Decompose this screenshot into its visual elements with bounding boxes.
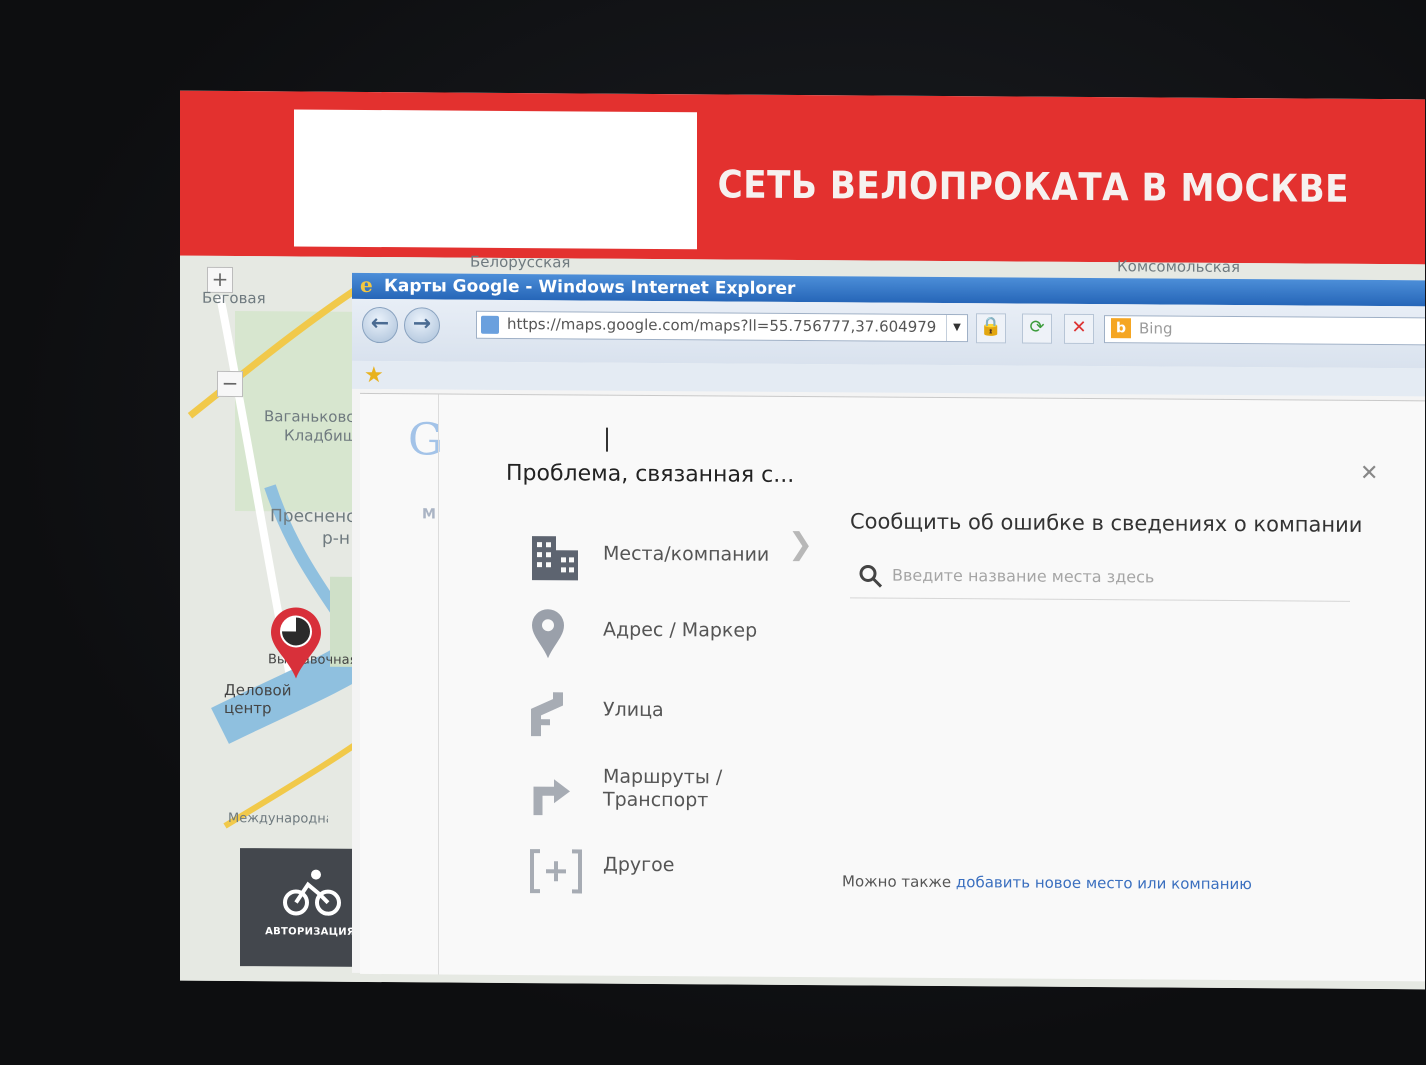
place-search-box[interactable] — [850, 555, 1350, 602]
stop-icon[interactable]: ✕ — [1064, 313, 1094, 345]
dialog-title: Проблема, связанная с... — [506, 460, 795, 488]
address-dropdown-icon[interactable]: ▼ — [946, 315, 967, 342]
lock-icon[interactable]: 🔒 — [976, 313, 1006, 344]
place-search-input[interactable] — [890, 559, 1344, 593]
category-label: Другое — [603, 853, 675, 877]
map-marker-icon[interactable] — [268, 606, 324, 680]
report-title: Сообщить об ошибке в сведениях о компани… — [850, 509, 1363, 537]
kiosk-title: СЕТЬ ВЕЛОПРОКАТА В МОСКВЕ — [717, 162, 1349, 211]
category-label: Улица — [603, 698, 664, 722]
bicycle-icon — [283, 869, 341, 916]
map-zoom-out-button[interactable]: − — [217, 370, 243, 398]
plus-bracket-icon — [530, 849, 582, 894]
footer-note: Можно также добавить новое место или ком… — [842, 872, 1252, 893]
map-label-presnen: Пресненс — [270, 506, 356, 527]
category-street[interactable]: Улица — [530, 688, 810, 750]
category-label: Адрес / Маркер — [603, 618, 758, 642]
text-cursor — [606, 427, 608, 452]
page-content: G M ✕ Проблема, связанная с... Места/ком… — [360, 392, 1425, 982]
map-label-mezhd: Международная — [228, 810, 328, 827]
sidebar-divider — [438, 394, 439, 975]
forward-button[interactable]: → — [404, 307, 440, 344]
kiosk-header: СЕТЬ ВЕЛОПРОКАТА В МОСКВЕ — [180, 90, 1425, 265]
map-label-vagankovo: Ваганьковс — [264, 407, 355, 426]
footer-prefix: Можно также — [842, 872, 956, 892]
address-url[interactable]: https://maps.google.com/maps?ll=55.75677… — [507, 315, 937, 336]
search-icon — [859, 564, 883, 588]
map-label-rayon: р-н — [322, 528, 351, 549]
category-other[interactable]: Другое — [530, 845, 810, 907]
ie-window: e Карты Google - Windows Internet Explor… — [352, 272, 1425, 982]
refresh-icon[interactable]: ⟳ — [1022, 313, 1052, 344]
chevron-right-icon[interactable]: ❯ — [788, 527, 813, 562]
logo-placeholder — [294, 109, 697, 250]
category-label: Места/компании — [603, 542, 770, 566]
maps-favicon-icon — [481, 315, 499, 334]
search-placeholder[interactable]: Bing — [1139, 319, 1173, 337]
category-routes[interactable]: Маршруты / Транспорт — [530, 765, 810, 829]
map-label-begovaya: Беговая — [202, 288, 266, 308]
map-label-belorusskaya: Белорусская — [470, 252, 571, 272]
address-bar[interactable]: https://maps.google.com/maps?ll=55.75677… — [476, 310, 968, 343]
close-icon[interactable]: ✕ — [1360, 461, 1378, 486]
map-label-centr: центр — [224, 698, 272, 718]
ie-logo-icon: e — [360, 272, 373, 297]
street-icon — [531, 692, 563, 737]
category-address[interactable]: Адрес / Маркер — [530, 608, 810, 670]
ie-toolbar: ← → https://maps.google.com/maps?ll=55.7… — [352, 298, 1425, 369]
category-places[interactable]: Места/компании — [530, 530, 810, 592]
map-label-komsomolskaya: Комсомольская — [1117, 257, 1241, 277]
window-title: Карты Google - Windows Internet Explorer — [384, 276, 796, 299]
map-label-cemetery: Кладбищ — [284, 426, 357, 445]
map-pin-icon — [532, 609, 564, 659]
add-place-link[interactable]: добавить новое место или компанию — [956, 873, 1252, 893]
route-icon — [533, 779, 570, 816]
kiosk-screen: СЕТЬ ВЕЛОПРОКАТА В МОСКВЕ + − Белорусска… — [180, 90, 1425, 990]
favorites-star-icon[interactable]: ★ — [364, 363, 384, 388]
bing-icon: b — [1111, 318, 1131, 339]
sidebar-fragment: M — [422, 506, 436, 523]
category-label: Маршруты / Транспорт — [603, 765, 723, 812]
building-icon — [532, 536, 578, 581]
back-button[interactable]: ← — [362, 306, 398, 344]
map-label-delovoy: Деловой — [224, 680, 292, 700]
search-bar[interactable]: b Bing — [1104, 315, 1425, 346]
